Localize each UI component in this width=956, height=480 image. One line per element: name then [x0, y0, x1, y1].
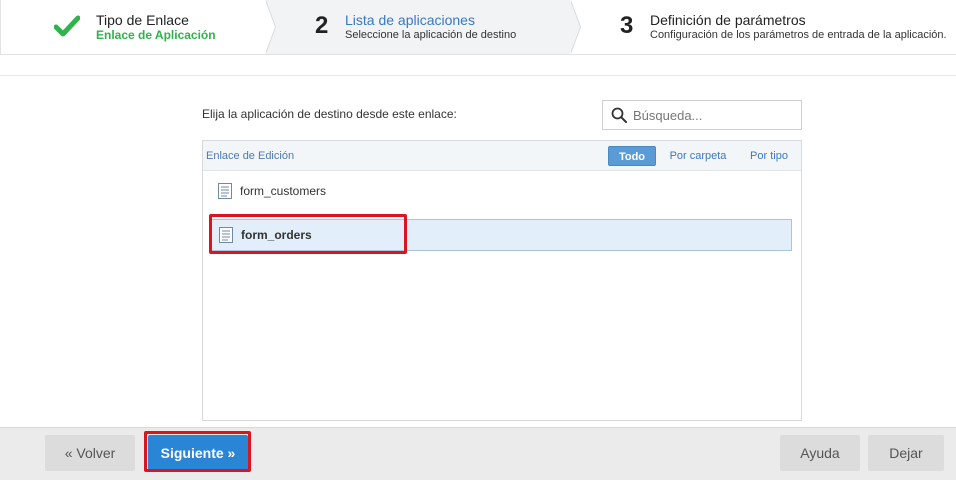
search-input[interactable]: [633, 107, 793, 123]
wizard-steps: Tipo de Enlace Enlace de Aplicación 2 Li…: [0, 0, 956, 55]
app-list-panel: Enlace de Edición Todo Por carpeta Por t…: [202, 140, 802, 421]
help-button[interactable]: Ayuda: [780, 435, 860, 471]
wizard-window: Tipo de Enlace Enlace de Aplicación 2 Li…: [0, 0, 956, 480]
back-button[interactable]: « Volver: [45, 435, 135, 471]
main-content: Elija la aplicación de destino desde est…: [0, 75, 956, 427]
step-1-title: Tipo de Enlace: [96, 12, 189, 28]
step-2-number: 2: [315, 12, 329, 39]
app-item-label: form_customers: [240, 184, 327, 198]
wizard-footer: « Volver Siguiente » Ayuda Dejar: [0, 427, 956, 480]
search-box[interactable]: [602, 100, 802, 130]
app-item-form-customers[interactable]: form_customers: [210, 175, 792, 207]
step-app-list[interactable]: 2 Lista de aplicaciones Seleccione la ap…: [265, 0, 581, 54]
step-2-text: Lista de aplicaciones Seleccione la apli…: [345, 12, 516, 42]
filter-by-folder-button[interactable]: Por carpeta: [665, 146, 731, 166]
step-2-subtitle: Seleccione la aplicación de destino: [345, 29, 517, 41]
step-1-subtitle: Enlace de Aplicación: [96, 28, 216, 42]
search-icon: [611, 107, 627, 123]
document-icon: [219, 227, 233, 243]
step-3-text: Definición de parámetros Configuración d…: [650, 12, 947, 42]
step-3-subtitle: Configuración de los parámetros de entra…: [650, 29, 947, 41]
check-icon: [54, 15, 80, 37]
step-parameters[interactable]: 3 Definición de parámetros Configuración…: [570, 0, 956, 54]
leave-button[interactable]: Dejar: [868, 435, 944, 471]
app-item-label: form_orders: [241, 228, 312, 242]
document-icon: [218, 183, 232, 199]
instruction-text: Elija la aplicación de destino desde est…: [202, 107, 457, 121]
panel-header: Enlace de Edición Todo Por carpeta Por t…: [203, 141, 801, 171]
app-item-form-orders[interactable]: form_orders: [210, 219, 792, 251]
step-link-type[interactable]: Tipo de Enlace Enlace de Aplicación: [0, 0, 276, 54]
step-1-text: Tipo de Enlace Enlace de Aplicación: [96, 12, 216, 42]
step-2-title: Lista de aplicaciones: [345, 12, 475, 28]
filter-by-type-button[interactable]: Por tipo: [745, 146, 793, 166]
step-3-title: Definición de parámetros: [650, 12, 806, 28]
step-3-number: 3: [620, 12, 634, 39]
filter-all-button[interactable]: Todo: [608, 146, 656, 166]
panel-title: Enlace de Edición: [206, 150, 295, 162]
next-button[interactable]: Siguiente »: [148, 435, 248, 471]
